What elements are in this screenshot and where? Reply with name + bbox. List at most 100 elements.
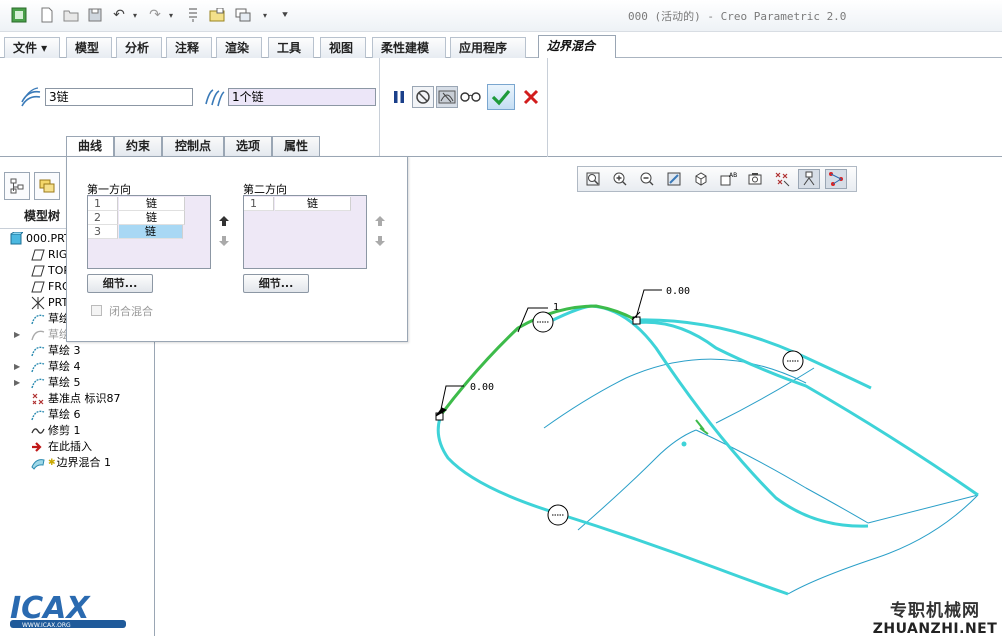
zoom-in-icon[interactable] — [609, 169, 631, 189]
saved-orientations-icon[interactable]: AB — [717, 169, 739, 189]
second-direction-list[interactable]: 1 链 — [243, 195, 367, 269]
surface-iso-line — [577, 429, 697, 531]
model-tree-tab-icon[interactable] — [4, 172, 30, 200]
tab-tools[interactable]: 工具 — [268, 37, 314, 58]
dashboard-panel-tabs: 曲线 约束 控制点 选项 属性 — [66, 136, 408, 158]
panel-tab-curves[interactable]: 曲线 — [66, 136, 114, 158]
sketch-icon — [30, 344, 46, 358]
panel-tab-properties[interactable]: 属性 — [272, 136, 320, 157]
list-item-selected[interactable]: 3 链 — [88, 225, 210, 239]
ribbon-tab-bar: 文件 ▾ 模型 分析 注释 渲染 工具 视图 柔性建模 应用程序 边界混合 — [0, 34, 1002, 59]
tab-file[interactable]: 文件 ▾ — [4, 37, 60, 58]
tree-item-part[interactable]: 000.PRT — [8, 231, 71, 247]
tab-applications[interactable]: 应用程序 — [450, 37, 526, 58]
windows-switch-icon[interactable] — [234, 6, 252, 24]
tab-model[interactable]: 模型 — [66, 37, 112, 58]
tab-annotate[interactable]: 注释 — [166, 37, 212, 58]
closed-blend-checkbox[interactable] — [91, 305, 102, 316]
ribbon-separator-right — [547, 58, 548, 157]
tree-item-sketch-4[interactable]: 草绘 4 — [30, 359, 81, 375]
open-file-icon[interactable] — [62, 6, 80, 24]
tab-analysis[interactable]: 分析 — [116, 37, 162, 58]
undo-dropdown-icon[interactable]: ▾ — [126, 6, 144, 24]
app-icon[interactable] — [10, 6, 28, 24]
datum-plane-icon — [30, 248, 46, 262]
move-down-icon[interactable] — [217, 235, 231, 249]
tree-item-sketch-6[interactable]: 草绘 6 — [30, 407, 81, 423]
datum-plane-icon — [30, 264, 46, 278]
list-item[interactable]: 1 链 — [88, 197, 210, 211]
dimension-label-index[interactable]: 1 — [553, 302, 559, 313]
ok-checkmark-icon[interactable] — [487, 84, 515, 110]
new-file-icon[interactable] — [38, 6, 56, 24]
dimension-label-top[interactable]: 0.00 — [666, 286, 690, 297]
display-style-icon[interactable] — [690, 169, 712, 189]
creo-window: ↶ ▾ ↷ ▾ ▾ ⯆ 000 (活动的) - Creo Parametric … — [0, 0, 1002, 636]
refit-icon[interactable] — [582, 169, 604, 189]
zoom-out-icon[interactable] — [636, 169, 658, 189]
dimension-label-left[interactable]: 0.00 — [470, 382, 494, 393]
watermark-en: ZHUANZHI.NET — [872, 621, 998, 636]
panel-tab-options[interactable]: 选项 — [224, 136, 272, 157]
move-up-icon[interactable] — [217, 215, 231, 229]
annotation-display-icon[interactable] — [798, 169, 820, 189]
tree-item-sketch-3[interactable]: 草绘 3 — [30, 343, 81, 359]
tab-boundary-blend[interactable]: 边界混合 — [538, 35, 616, 59]
boundary-curve-front[interactable] — [436, 417, 789, 596]
cancel-x-icon[interactable] — [520, 86, 542, 108]
expand-arrow-icon[interactable]: ▶ — [14, 330, 22, 340]
datum-display-icon[interactable] — [771, 169, 793, 189]
move-down-icon-second[interactable] — [373, 235, 387, 249]
tab-view[interactable]: 视图 — [320, 37, 366, 58]
customize-toolbar-icon[interactable]: ⯆ — [276, 6, 294, 24]
folder-browser-tab-icon[interactable] — [34, 172, 60, 200]
point-display-icon[interactable] — [825, 169, 847, 189]
icax-logo: ICAX WWW.ICAX.ORG — [8, 588, 128, 632]
expand-arrow-icon[interactable]: ▶ — [14, 378, 22, 388]
window-icon[interactable] — [208, 6, 226, 24]
tree-item-datum-point[interactable]: 基准点 标识87 — [30, 391, 121, 407]
verify-glasses-icon[interactable] — [460, 86, 482, 108]
tab-render[interactable]: 渲染 — [216, 37, 262, 58]
tree-item-boundary-blend-1[interactable]: ✱ 边界混合 1 — [30, 455, 111, 471]
first-direction-chain-icon — [20, 86, 42, 108]
view-manager-icon[interactable] — [744, 169, 766, 189]
redo-dropdown-icon[interactable]: ▾ — [162, 6, 180, 24]
first-direction-details-button[interactable]: 细节... — [87, 274, 153, 293]
geometry-preview-icon[interactable] — [436, 86, 458, 108]
windows-dropdown-icon[interactable]: ▾ — [256, 6, 274, 24]
datum-point-marker — [695, 419, 709, 435]
panel-tab-constraints[interactable]: 约束 — [114, 136, 162, 157]
move-up-icon-second[interactable] — [373, 215, 387, 229]
tree-item-sketch-5[interactable]: 草绘 5 — [30, 375, 81, 391]
list-item[interactable]: 1 链 — [244, 197, 366, 211]
list-item[interactable]: 2 链 — [88, 211, 210, 225]
sketch-icon — [30, 408, 46, 422]
tree-item-insert-here[interactable]: 在此插入 — [30, 439, 92, 455]
surface-iso-line — [715, 367, 815, 424]
boundary-curve-back[interactable] — [633, 320, 979, 497]
panel-tab-control-points[interactable]: 控制点 — [162, 136, 224, 157]
tab-flexible-modeling[interactable]: 柔性建模 — [372, 37, 446, 58]
svg-text:WWW.ICAX.ORG: WWW.ICAX.ORG — [22, 622, 71, 629]
tree-item-top[interactable]: TOP — [30, 263, 70, 279]
datum-point-icon — [30, 392, 46, 406]
save-icon[interactable] — [86, 6, 104, 24]
repaint-icon[interactable] — [663, 169, 685, 189]
pause-icon[interactable] — [388, 86, 410, 108]
first-direction-chains-field[interactable]: 3链 — [45, 88, 193, 106]
second-direction-details-button[interactable]: 细节... — [243, 274, 309, 293]
no-preview-icon[interactable] — [412, 86, 434, 108]
zhuanzhi-watermark: 专职机械网 ZHUANZHI.NET — [870, 596, 1000, 636]
first-direction-list[interactable]: 1 链 2 链 3 链 — [87, 195, 211, 269]
quick-access-toolbar: ↶ ▾ ↷ ▾ ▾ ⯆ 000 (活动的) - Creo Parametric … — [0, 0, 1002, 32]
watermark-cn: 专职机械网 — [890, 601, 980, 621]
sketch-icon — [30, 312, 46, 326]
part-icon — [8, 232, 24, 246]
regenerate-icon[interactable] — [184, 6, 202, 24]
boundary-curve-top[interactable] — [635, 318, 872, 390]
expand-arrow-icon[interactable]: ▶ — [14, 362, 22, 372]
curves-panel: 第一方向 1 链 2 链 3 链 细节... 第二方向 1 链 细节... 闭合… — [66, 156, 408, 342]
second-direction-chains-field[interactable]: 1个链 — [228, 88, 376, 106]
tree-item-trim-1[interactable]: 修剪 1 — [30, 423, 81, 439]
